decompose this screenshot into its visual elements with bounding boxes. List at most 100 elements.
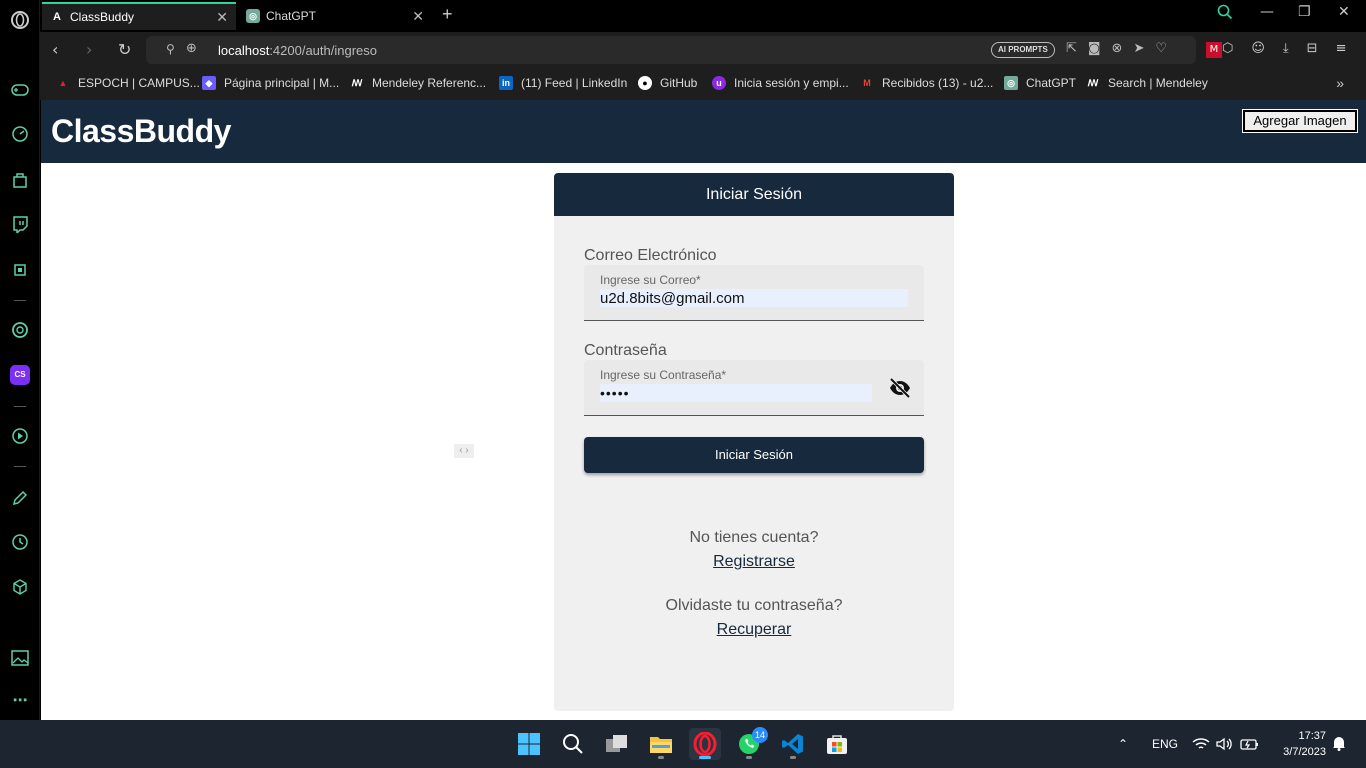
opera-menu-icon[interactable] bbox=[8, 8, 32, 32]
email-float-label: Ingrese su Correo* bbox=[600, 273, 701, 287]
bookmark-label: Search | Mendeley bbox=[1108, 76, 1208, 90]
bookmark-label: ChatGPT bbox=[1026, 76, 1077, 90]
url-text[interactable]: localhost:4200/auth/ingreso bbox=[218, 43, 377, 58]
notification-center-icon[interactable] bbox=[1332, 735, 1346, 754]
bookmark-item[interactable]: in (11) Feed | LinkedIn bbox=[499, 76, 627, 90]
new-tab-button[interactable]: + bbox=[442, 4, 453, 25]
bookmark-item[interactable]: u Inicia sesión y empi... bbox=[712, 76, 849, 90]
profile-icon[interactable]: ☺ bbox=[1251, 41, 1283, 56]
windows-taskbar: ⌃ ENG 17:37 3/7/2023 bbox=[0, 720, 1366, 768]
system-clock[interactable]: 17:37 3/7/2023 bbox=[1270, 728, 1326, 760]
workspace-icon[interactable] bbox=[8, 168, 32, 192]
globe-icon[interactable]: ⊕ bbox=[186, 41, 197, 56]
tab-classbuddy[interactable]: A ClassBuddy ✕ bbox=[42, 2, 236, 30]
more-bookmarks-icon[interactable]: » bbox=[1336, 75, 1344, 91]
login-submit-button[interactable]: Iniciar Sesión bbox=[584, 437, 924, 473]
pinboard-icon[interactable] bbox=[8, 486, 32, 510]
bookmark-label: Mendeley Referenc... bbox=[372, 76, 487, 90]
bookmark-item[interactable]: M Recibidos (13) - u2... bbox=[860, 76, 993, 90]
recover-link[interactable]: Recuperar bbox=[554, 621, 954, 639]
cs-extension-icon[interactable]: CS bbox=[8, 363, 32, 387]
history-icon[interactable] bbox=[8, 530, 32, 554]
url-host: localhost bbox=[218, 43, 270, 58]
extension-toolbar: M ⬡☺⤓⊟≡ bbox=[1206, 41, 1364, 58]
menu-icon[interactable]: ≡ bbox=[1336, 41, 1365, 56]
bookmark-item[interactable]: ◆ Página principal | M... bbox=[202, 76, 339, 90]
search-key-icon[interactable]: ⚲ bbox=[166, 42, 175, 56]
running-indicator bbox=[790, 756, 796, 759]
chip-icon[interactable] bbox=[8, 258, 32, 282]
more-options-icon[interactable]: ⋯ bbox=[8, 688, 32, 712]
camera-icon[interactable]: ◙ bbox=[1088, 41, 1112, 56]
bookmark-item[interactable]: ◎ ChatGPT bbox=[1004, 76, 1076, 90]
close-icon[interactable]: ✕ bbox=[216, 9, 228, 26]
toggle-password-visibility-icon[interactable] bbox=[888, 376, 912, 400]
app-logo[interactable]: ClassBuddy bbox=[51, 113, 231, 150]
linkedin-icon: in bbox=[499, 76, 513, 90]
tab-chatgpt[interactable]: ◎ ChatGPT ✕ bbox=[238, 2, 432, 30]
ai-prompts-button[interactable]: AI PROMPTS bbox=[991, 42, 1055, 58]
player-icon[interactable] bbox=[8, 424, 32, 448]
heart-icon[interactable]: ♡ bbox=[1155, 41, 1178, 56]
espoch-icon: ▲ bbox=[58, 78, 68, 88]
sidebar-divider bbox=[14, 466, 26, 467]
register-link[interactable]: Registrarse bbox=[554, 553, 954, 571]
add-image-button[interactable]: Agregar Imagen bbox=[1242, 109, 1358, 133]
search-icon[interactable] bbox=[557, 728, 589, 760]
speed-dial-icon[interactable] bbox=[8, 122, 32, 146]
navigation-bar: ‹ › ↻ ⚲ ⊕ localhost:4200/auth/ingreso AI… bbox=[40, 32, 1366, 68]
twitch-icon[interactable] bbox=[8, 212, 32, 236]
forward-icon[interactable]: › bbox=[86, 40, 92, 59]
task-view-icon[interactable] bbox=[601, 728, 633, 760]
volume-icon[interactable] bbox=[1216, 737, 1234, 754]
email-field[interactable]: Ingrese su Correo* bbox=[584, 265, 924, 321]
github-icon: ● bbox=[638, 76, 652, 90]
windows-start-icon[interactable] bbox=[513, 728, 545, 760]
mendeley-extension-icon[interactable]: M bbox=[1206, 42, 1222, 58]
code-toggle-icon[interactable]: ‹ › bbox=[454, 444, 474, 458]
moodle-icon: ◆ bbox=[202, 76, 216, 90]
chatgpt-sidebar-icon[interactable] bbox=[8, 318, 32, 342]
search-tabs-icon[interactable] bbox=[1217, 4, 1233, 24]
opera-taskbar-icon[interactable] bbox=[689, 728, 721, 760]
language-indicator[interactable]: ENG bbox=[1152, 737, 1178, 751]
wifi-icon[interactable] bbox=[1192, 737, 1210, 754]
extensions-cube-icon[interactable] bbox=[8, 575, 32, 599]
chatgpt-icon: ◎ bbox=[246, 9, 260, 23]
battery-icon[interactable] bbox=[1240, 737, 1260, 754]
vscode-icon[interactable] bbox=[777, 728, 809, 760]
sidebar-divider bbox=[14, 300, 26, 301]
password-field[interactable]: Ingrese su Contraseña* ••••• bbox=[584, 360, 924, 416]
bookmark-item[interactable]: ꟿ Mendeley Referenc... bbox=[350, 76, 486, 90]
show-hidden-icons-icon[interactable]: ⌃ bbox=[1118, 737, 1128, 751]
cube-icon[interactable]: ⬡ bbox=[1222, 41, 1251, 56]
bookmark-item[interactable]: ● GitHub bbox=[638, 76, 697, 90]
block-icon[interactable]: ⊗ bbox=[1112, 41, 1134, 56]
bookmark-label: Inicia sesión y empi... bbox=[734, 76, 849, 90]
url-actions: ⇱◙⊗➤♡ bbox=[1066, 41, 1178, 56]
bookmark-item[interactable]: ꟿ Search | Mendeley bbox=[1086, 76, 1208, 90]
tab-title: ClassBuddy bbox=[70, 10, 135, 24]
password-input[interactable]: ••••• bbox=[600, 384, 872, 402]
reload-icon[interactable]: ↻ bbox=[118, 40, 131, 59]
download-icon[interactable]: ⤓ bbox=[1283, 41, 1307, 56]
bookmark-item[interactable]: ▲ ESPOCH | CAMPUS... bbox=[56, 76, 200, 90]
close-icon[interactable]: ✕ bbox=[412, 8, 424, 25]
close-window-icon[interactable]: ✕ bbox=[1338, 4, 1350, 20]
email-input[interactable] bbox=[600, 289, 908, 307]
gallery-icon[interactable] bbox=[8, 646, 32, 670]
restore-icon[interactable]: ❐ bbox=[1298, 4, 1311, 20]
web-page: ClassBuddy Agregar Imagen ‹ › Iniciar Se… bbox=[41, 100, 1366, 720]
minimize-icon[interactable]: — bbox=[1260, 4, 1274, 20]
address-bar[interactable]: ⚲ ⊕ localhost:4200/auth/ingreso AI PROMP… bbox=[146, 36, 1196, 64]
file-explorer-icon[interactable] bbox=[645, 728, 677, 760]
snapshot-icon[interactable]: ⊟ bbox=[1307, 41, 1336, 56]
send-icon[interactable]: ➤ bbox=[1133, 41, 1155, 56]
url-path: :4200/auth/ingreso bbox=[269, 43, 378, 58]
password-section-label: Contraseña bbox=[584, 342, 667, 359]
no-account-text: No tienes cuenta? bbox=[689, 529, 819, 546]
back-icon[interactable]: ‹ bbox=[52, 40, 58, 59]
share-icon[interactable]: ⇱ bbox=[1066, 41, 1088, 56]
microsoft-store-icon[interactable] bbox=[821, 728, 853, 760]
gamepad-icon[interactable] bbox=[8, 78, 32, 102]
